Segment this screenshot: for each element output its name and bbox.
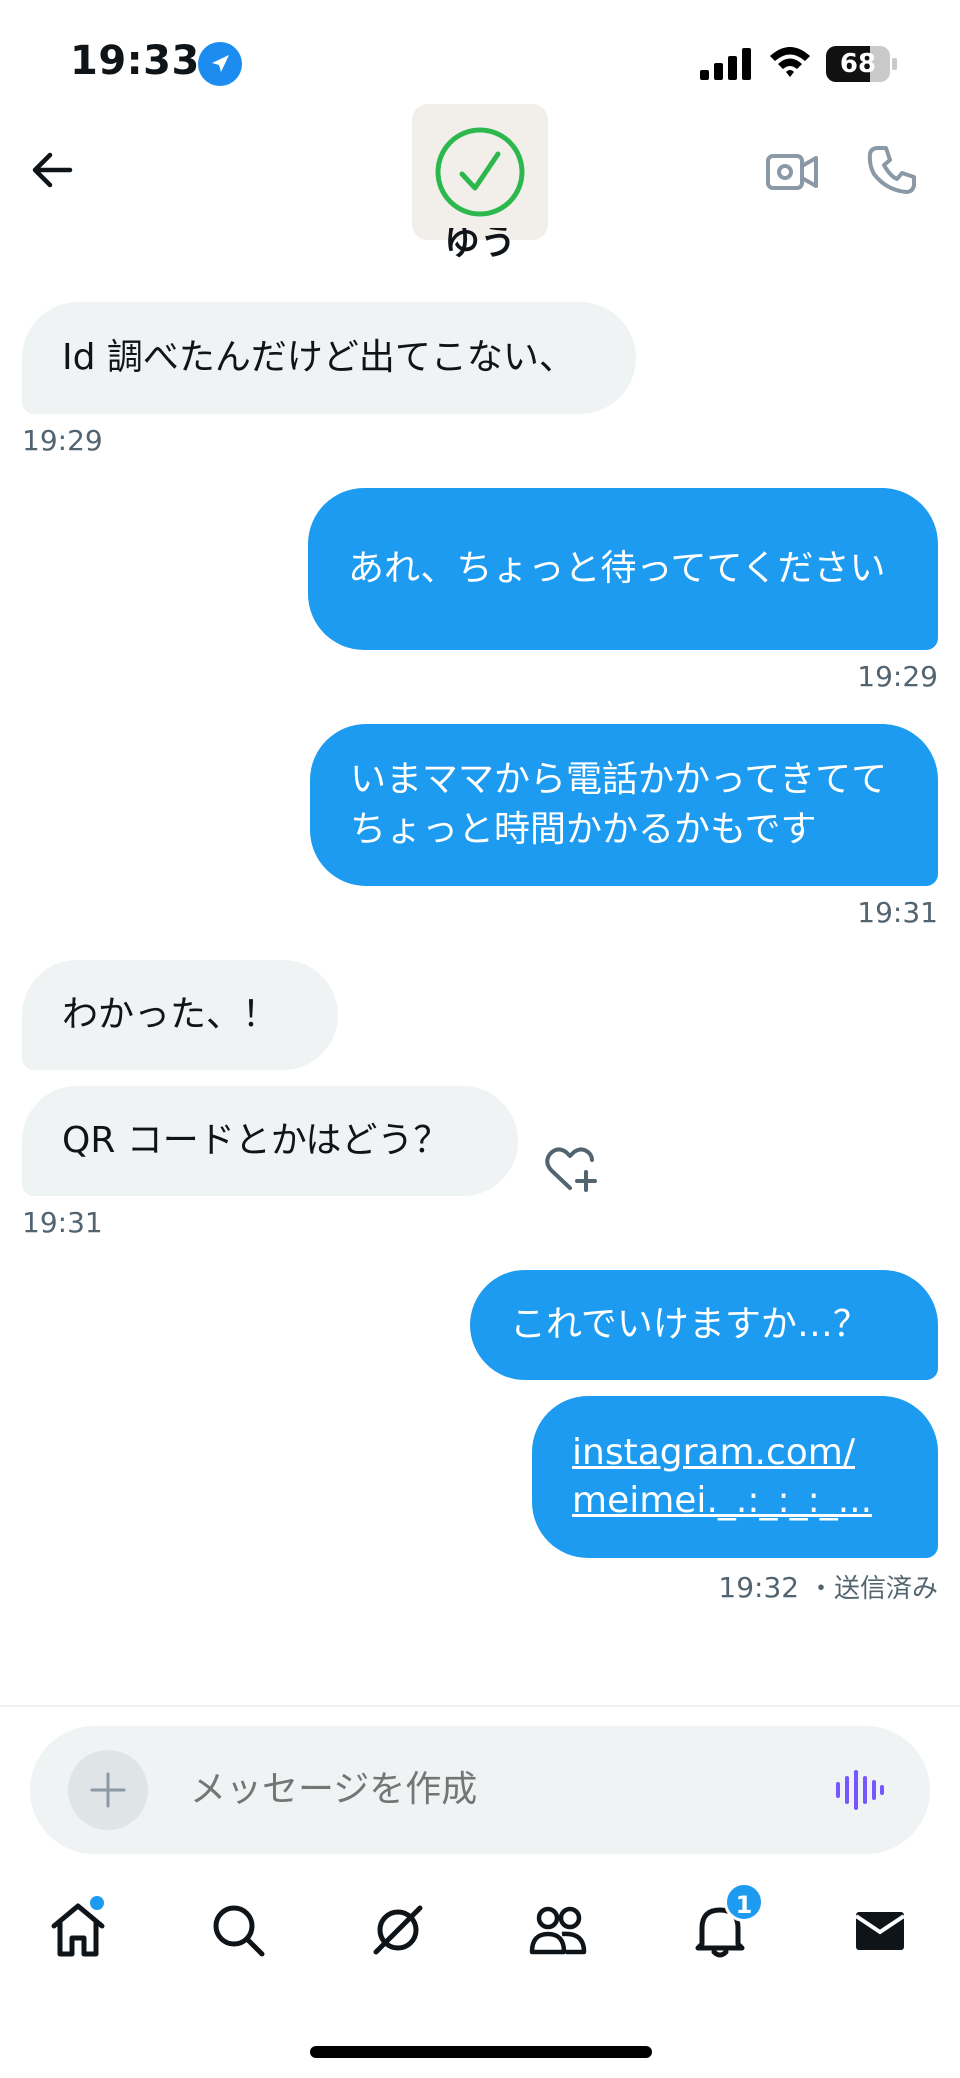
home-unread-dot xyxy=(90,1896,104,1910)
tab-search[interactable] xyxy=(198,1890,278,1970)
message-text: いまママから電話かかってきててちょっと時間かかるかもです xyxy=(350,759,888,850)
message-bubble-outgoing-link[interactable]: instagram.com/ meimei._.:_:_:_... xyxy=(532,1396,938,1558)
message-text: あれ、ちょっと待っててください xyxy=(348,548,886,589)
video-camera-icon xyxy=(766,154,818,190)
home-indicator xyxy=(310,2046,652,2058)
tab-home[interactable] xyxy=(38,1890,118,1970)
search-icon xyxy=(213,1905,265,1957)
message-timestamp: 19:31 xyxy=(857,896,938,929)
cellular-signal-icon xyxy=(700,48,751,80)
avatar[interactable] xyxy=(412,104,548,240)
tab-notifications[interactable]: 1 xyxy=(680,1882,764,1970)
message-bubble-outgoing[interactable]: あれ、ちょっと待っててください xyxy=(308,488,938,650)
message-time: 19:32 xyxy=(718,1571,800,1604)
back-button[interactable] xyxy=(22,140,82,200)
tab-bar: 1 xyxy=(0,1882,960,1980)
conversation-header: ゆう xyxy=(0,100,960,270)
status-time: 19:33 xyxy=(70,38,200,84)
message-timestamp: 19:29 xyxy=(857,660,938,693)
add-attachment-button[interactable] xyxy=(68,1750,148,1830)
message-timestamp: 19:29 xyxy=(22,424,103,457)
wifi-icon xyxy=(770,47,810,77)
battery-level: 68 xyxy=(839,49,877,79)
phone-icon xyxy=(867,146,916,194)
arrow-left-icon xyxy=(32,152,73,188)
mail-icon xyxy=(854,1912,906,1950)
message-bubble-incoming[interactable]: Id 調べたんだけど出てこない、 xyxy=(22,302,636,414)
video-call-button[interactable] xyxy=(762,142,822,202)
notification-badge: 1 xyxy=(724,1882,764,1922)
tab-messages[interactable] xyxy=(840,1890,920,1970)
plus-icon xyxy=(90,1772,126,1808)
check-circle-icon xyxy=(435,127,525,217)
tab-communities[interactable] xyxy=(518,1890,598,1970)
message-timestamp: 19:31 xyxy=(22,1206,103,1239)
message-link[interactable]: meimei._.:_:_:_... xyxy=(572,1477,872,1525)
location-arrow-icon xyxy=(198,42,242,86)
message-input[interactable] xyxy=(190,1726,790,1854)
divider xyxy=(0,1705,960,1707)
communities-icon xyxy=(529,1906,587,1955)
add-reaction-heart-icon[interactable] xyxy=(542,1140,598,1196)
tab-grok[interactable] xyxy=(358,1890,438,1970)
message-link[interactable]: instagram.com/ xyxy=(572,1429,855,1477)
message-bubble-outgoing[interactable]: いまママから電話かかってきててちょっと時間かかるかもです xyxy=(310,724,938,886)
battery-icon: 68 xyxy=(826,46,898,82)
message-bubble-incoming[interactable]: QR コードとかはどう？ xyxy=(22,1086,518,1196)
message-bubble-incoming[interactable]: わかった、！ xyxy=(22,960,338,1070)
message-timestamp-sent: 19:32 ・送信済み xyxy=(538,1568,938,1605)
message-composer xyxy=(30,1726,930,1854)
sent-status: ・送信済み xyxy=(807,1574,938,1604)
message-bubble-outgoing[interactable]: これでいけますか…？ xyxy=(470,1270,938,1380)
voice-call-button[interactable] xyxy=(862,140,922,200)
voice-message-icon[interactable] xyxy=(834,1768,884,1812)
grok-icon xyxy=(373,1905,423,1955)
contact-name[interactable]: ゆう xyxy=(380,228,580,262)
